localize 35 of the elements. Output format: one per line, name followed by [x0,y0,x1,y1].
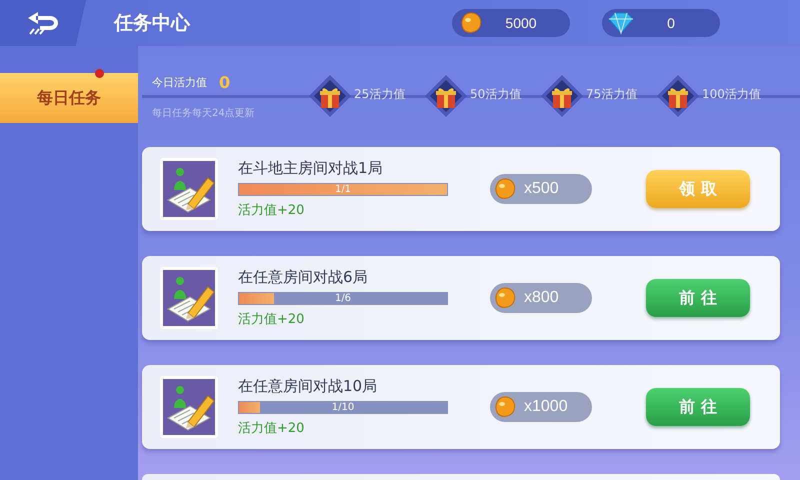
progress-text: 1/10 [330,401,356,414]
task-note-icon [160,376,218,438]
reward-amount: x500 [524,180,559,198]
task-note-icon [160,267,218,329]
milestone-label: 50活力值 [470,86,522,102]
milestone-label: 75活力值 [586,86,638,102]
activity-bonus: 活力值+20 [238,311,306,328]
activity-bonus: 活力值+20 [238,202,306,219]
currency-amount: 5000 [504,15,538,31]
page-title: 任务中心 [114,11,190,36]
activity-label: 今日活力值 [152,74,207,90]
reward-amount: x1000 [524,398,568,416]
activity-bonus: 活力值+20 [238,420,306,437]
update-note: 每日任务每天24点更新 [152,106,256,120]
activity-value: 0 [219,72,230,92]
task-note-icon [160,158,218,220]
claim-button[interactable]: 领 取 [646,170,750,208]
progress-text: 1/1 [334,183,352,196]
gift-box-icon [424,74,468,118]
milestone-label: 100活力值 [702,86,761,102]
task-title: 在任意房间对战6局 [238,268,369,287]
go-button[interactable]: 前 往 [646,279,750,317]
diamond-icon [607,11,635,35]
progress-text: 1/6 [334,292,352,305]
notice-dot [95,69,104,78]
gift-box-icon [540,74,584,118]
gift-box-icon [656,74,700,118]
gift-box-icon [308,74,352,118]
back-button[interactable] [0,0,86,46]
milestone-label: 25活力值 [354,86,406,102]
currency-amount: 0 [666,15,676,31]
go-button[interactable]: 前 往 [646,388,750,426]
task-title: 在任意房间对战10局 [238,377,378,396]
task-title: 在斗地主房间对战1局 [238,159,384,178]
reward-amount: x800 [524,289,559,307]
